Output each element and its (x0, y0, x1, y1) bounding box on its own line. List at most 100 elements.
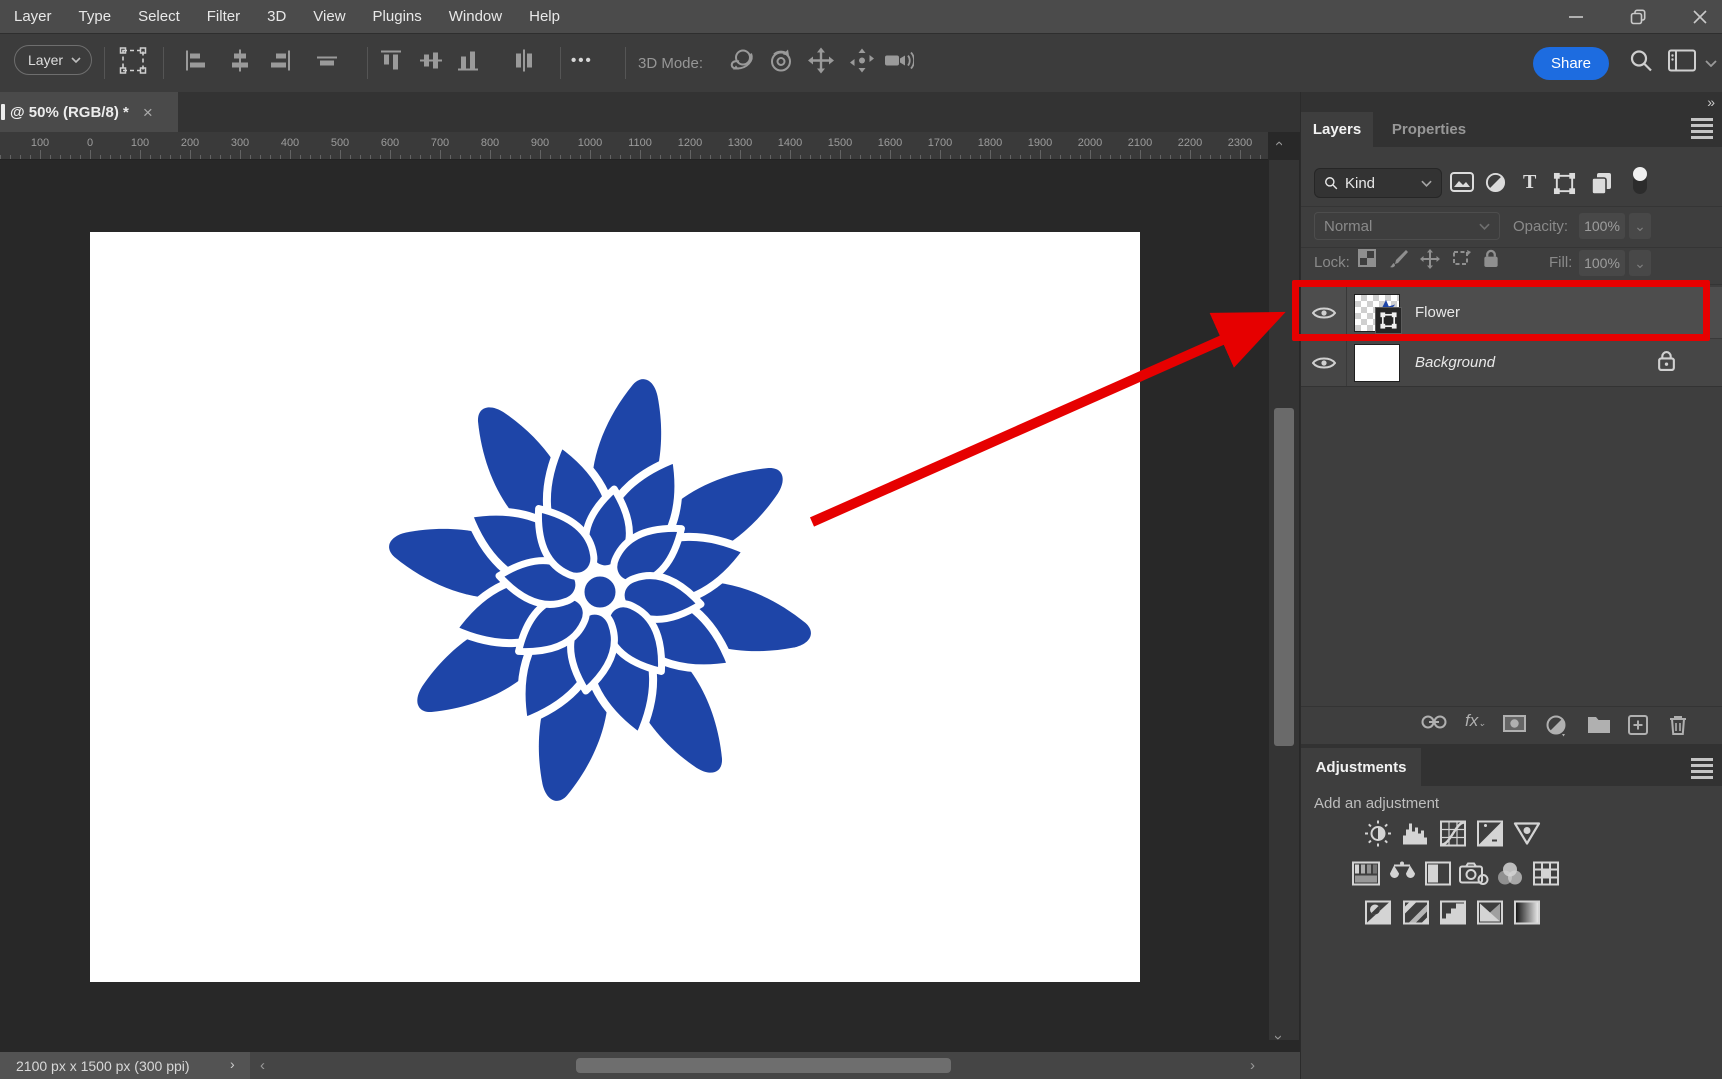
align-left-icon[interactable] (185, 50, 207, 77)
hue-saturation-icon[interactable] (1352, 862, 1380, 891)
share-button[interactable]: Share (1533, 47, 1609, 80)
status-expand-icon[interactable]: › (230, 1056, 235, 1072)
horizontal-scrollbar-thumb[interactable] (576, 1058, 951, 1073)
scroll-down-icon[interactable]: › (1271, 1035, 1286, 1040)
levels-icon[interactable] (1402, 822, 1430, 851)
canvas-area[interactable] (0, 160, 1300, 1052)
workspace-icon[interactable] (1668, 50, 1696, 77)
threshold-icon[interactable] (1440, 901, 1466, 930)
kind-filter-select[interactable]: Kind (1314, 168, 1442, 198)
3d-orbit-icon[interactable] (727, 47, 755, 80)
ruler-tick (780, 155, 781, 159)
search-icon (1324, 176, 1338, 190)
menu-item-window[interactable]: Window (449, 8, 502, 25)
filter-pin-toggle[interactable] (1631, 166, 1649, 201)
photo-filter-icon[interactable] (1459, 862, 1489, 891)
folder-icon[interactable] (1587, 715, 1611, 738)
visibility-eye-icon[interactable] (1301, 355, 1346, 371)
adjustment-icon[interactable] (1546, 715, 1568, 742)
ruler-tick (510, 155, 511, 159)
3d-camera-icon[interactable] (884, 50, 914, 77)
adjustments-menu-icon[interactable] (1691, 758, 1713, 779)
ruler-tick (50, 155, 51, 159)
restore-icon[interactable] (1630, 9, 1646, 25)
fx-icon[interactable]: fx⌄ (1465, 711, 1486, 731)
scroll-right-icon[interactable]: › (1250, 1058, 1255, 1073)
3d-rotate-icon[interactable] (767, 47, 795, 80)
selective-color-icon[interactable] (1477, 901, 1503, 930)
collapse-panel-icon[interactable]: » (1707, 94, 1713, 110)
fill-chevron: ⌄ (1629, 250, 1651, 276)
lock-paint-icon[interactable] (1389, 249, 1409, 274)
color-balance-icon[interactable] (1388, 861, 1416, 892)
align-top-icon[interactable] (316, 50, 338, 77)
lock-all-icon[interactable] (1483, 249, 1499, 273)
delete-icon[interactable] (1669, 715, 1687, 741)
menu-item-view[interactable]: View (313, 8, 345, 25)
distribute-horizontal-icon[interactable] (513, 50, 535, 77)
align-middle-icon[interactable] (420, 50, 442, 77)
layer-thumbnail-background[interactable] (1354, 344, 1400, 382)
black-white-icon[interactable] (1425, 862, 1451, 891)
pixel-layer-filter-icon[interactable] (1450, 172, 1474, 197)
menu-item-type[interactable]: Type (79, 8, 112, 25)
document-page[interactable] (90, 232, 1140, 982)
vertical-scrollbar-thumb[interactable] (1274, 408, 1294, 746)
ruler-tick (20, 155, 21, 159)
menu-item-help[interactable]: Help (529, 8, 560, 25)
lock-move-icon[interactable] (1420, 249, 1440, 274)
tab-properties[interactable]: Properties (1381, 112, 1477, 147)
adjustment-filter-icon[interactable] (1485, 172, 1506, 198)
scroll-up-icon[interactable]: › (1271, 141, 1286, 146)
new-layer-icon[interactable] (1628, 715, 1648, 740)
layers-menu-icon[interactable] (1691, 118, 1713, 139)
ruler-tick (40, 150, 41, 159)
menu-item-select[interactable]: Select (138, 8, 180, 25)
align-top-edges-icon[interactable] (380, 50, 402, 77)
ruler-label: 600 (381, 137, 399, 149)
minimize-icon[interactable] (1568, 9, 1584, 25)
vibrance-icon[interactable] (1513, 822, 1541, 851)
mask-icon[interactable] (1503, 715, 1526, 737)
menu-item-layer[interactable]: Layer (14, 8, 52, 25)
lock-transparency-icon[interactable] (1358, 249, 1376, 272)
lock-crop-icon[interactable] (1451, 249, 1471, 272)
tab-layers[interactable]: Layers (1301, 112, 1373, 147)
ruler-tick (350, 155, 351, 159)
align-bottom-icon[interactable] (457, 50, 479, 77)
layer-type-select[interactable]: Layer (14, 45, 92, 75)
align-center-horizontal-icon[interactable] (229, 50, 251, 77)
scroll-left-icon[interactable]: ‹ (260, 1058, 265, 1073)
tab-close-icon[interactable]: × (143, 104, 153, 121)
channel-mixer-icon[interactable] (1496, 861, 1524, 892)
brightness-contrast-icon[interactable] (1365, 820, 1392, 852)
align-right-icon[interactable] (269, 50, 291, 77)
ruler-label: 200 (181, 137, 199, 149)
color-lookup-icon[interactable] (1533, 862, 1559, 891)
link-icon[interactable] (1421, 715, 1447, 734)
tab-adjustments[interactable]: Adjustments (1301, 748, 1421, 786)
layer-row-background[interactable]: Background (1301, 339, 1722, 386)
workspace-chevron-icon[interactable] (1705, 54, 1717, 72)
menu-item-plugins[interactable]: Plugins (373, 8, 422, 25)
smart-object-filter-icon[interactable] (1591, 172, 1613, 200)
3d-pan-icon[interactable] (807, 47, 835, 80)
ruler-tick (630, 155, 631, 159)
curves-icon[interactable] (1440, 821, 1466, 852)
exposure-icon[interactable] (1477, 821, 1503, 852)
search-icon[interactable] (1629, 49, 1653, 78)
shape-filter-icon[interactable] (1553, 172, 1576, 200)
close-icon[interactable] (1692, 9, 1708, 25)
transform-icon[interactable] (119, 47, 147, 80)
posterize-icon[interactable] (1403, 901, 1429, 930)
menu-item-filter[interactable]: Filter (207, 8, 240, 25)
ruler-tick (760, 155, 761, 159)
gradient-map-icon[interactable] (1514, 901, 1540, 930)
more-options-button[interactable]: ••• (571, 52, 593, 69)
type-filter-icon[interactable]: T (1523, 171, 1536, 194)
document-info[interactable]: 2100 px x 1500 px (300 ppi) › (0, 1052, 250, 1079)
document-tab[interactable]: @ 50% (RGB/8) * × (0, 92, 178, 132)
3d-slide-icon[interactable] (848, 47, 876, 80)
invert-icon[interactable] (1365, 901, 1391, 930)
menu-item-3d[interactable]: 3D (267, 8, 286, 25)
